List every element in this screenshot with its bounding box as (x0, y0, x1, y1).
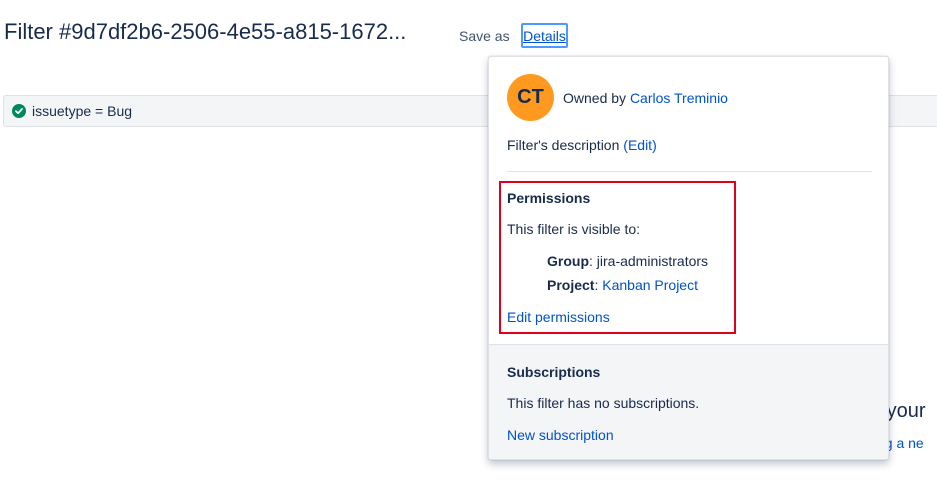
avatar: CT (507, 74, 554, 121)
description-label: Filter's description (507, 137, 620, 153)
edit-permissions-link[interactable]: Edit permissions (507, 309, 610, 325)
details-popover: CT Owned by Carlos Treminio Filter's des… (488, 56, 889, 460)
page-title: Filter #9d7df2b6-2506-4e55-a815-1672... (4, 19, 407, 44)
permissions-title: Permissions (507, 190, 591, 206)
save-as-button[interactable]: Save as (459, 28, 510, 44)
description-line: Filter's description (Edit) (507, 137, 657, 153)
subscriptions-empty-text: This filter has no subscriptions. (507, 395, 700, 411)
group-label: Group (547, 253, 589, 269)
permissions-visible-text: This filter is visible to: (507, 221, 641, 237)
project-label: Project (547, 277, 595, 293)
check-circle-icon (12, 104, 26, 118)
permission-project-row: Project: Kanban Project (547, 277, 698, 293)
owned-by-label: Owned by (563, 90, 627, 106)
subscriptions-section: Subscriptions This filter has no subscri… (489, 344, 888, 459)
page: Filter #9d7df2b6-2506-4e55-a815-1672... … (0, 0, 937, 488)
permission-group-row: Group: jira-administrators (547, 253, 708, 269)
project-link[interactable]: Kanban Project (602, 277, 698, 293)
divider (507, 171, 872, 172)
subscriptions-title: Subscriptions (507, 364, 601, 380)
group-value: : jira-administrators (589, 253, 709, 269)
edit-description-link[interactable]: (Edit) (623, 137, 656, 153)
owner-link[interactable]: Carlos Treminio (630, 90, 728, 106)
owner-line: Owned by Carlos Treminio (563, 90, 728, 106)
query-text: issuetype = Bug (32, 103, 133, 119)
details-button[interactable]: Details (521, 23, 568, 48)
new-subscription-link[interactable]: New subscription (507, 427, 614, 443)
